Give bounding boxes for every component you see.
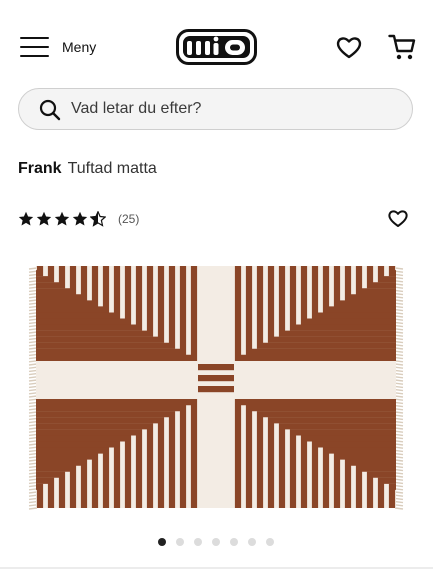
striped-rug-image (28, 266, 404, 510)
carousel-dot[interactable] (158, 538, 166, 546)
product-title: Frank Tuftad matta (18, 160, 157, 178)
mio-logo[interactable] (176, 27, 257, 67)
divider (0, 567, 433, 569)
hamburger-icon (20, 36, 49, 58)
wishlist-heart-icon[interactable] (387, 207, 409, 229)
cart-icon[interactable] (388, 32, 416, 62)
menu-label: Meny (62, 39, 97, 55)
carousel-dot[interactable] (248, 538, 256, 546)
star-full-icon (18, 211, 34, 226)
search-bar[interactable] (18, 88, 413, 130)
carousel-dot[interactable] (194, 538, 202, 546)
star-full-icon (54, 211, 70, 226)
star-half-icon (90, 211, 106, 227)
carousel-pagination (158, 538, 284, 546)
carousel-dot[interactable] (230, 538, 238, 546)
product-name: Tuftad matta (67, 160, 157, 177)
carousel-dot[interactable] (212, 538, 220, 546)
search-icon (39, 99, 61, 121)
star-full-icon (72, 211, 88, 226)
favorites-heart-icon[interactable] (335, 33, 363, 61)
menu-button[interactable]: Meny (20, 34, 96, 60)
star-rating (18, 211, 108, 227)
review-count: (25) (118, 212, 140, 226)
header: Meny (0, 0, 433, 88)
search-input[interactable] (71, 89, 401, 129)
carousel-dot[interactable] (266, 538, 274, 546)
product-rating[interactable]: (25) (18, 210, 139, 228)
product-brand: Frank (18, 160, 62, 177)
product-image[interactable] (28, 262, 404, 512)
star-full-icon (36, 211, 52, 226)
carousel-dot[interactable] (176, 538, 184, 546)
